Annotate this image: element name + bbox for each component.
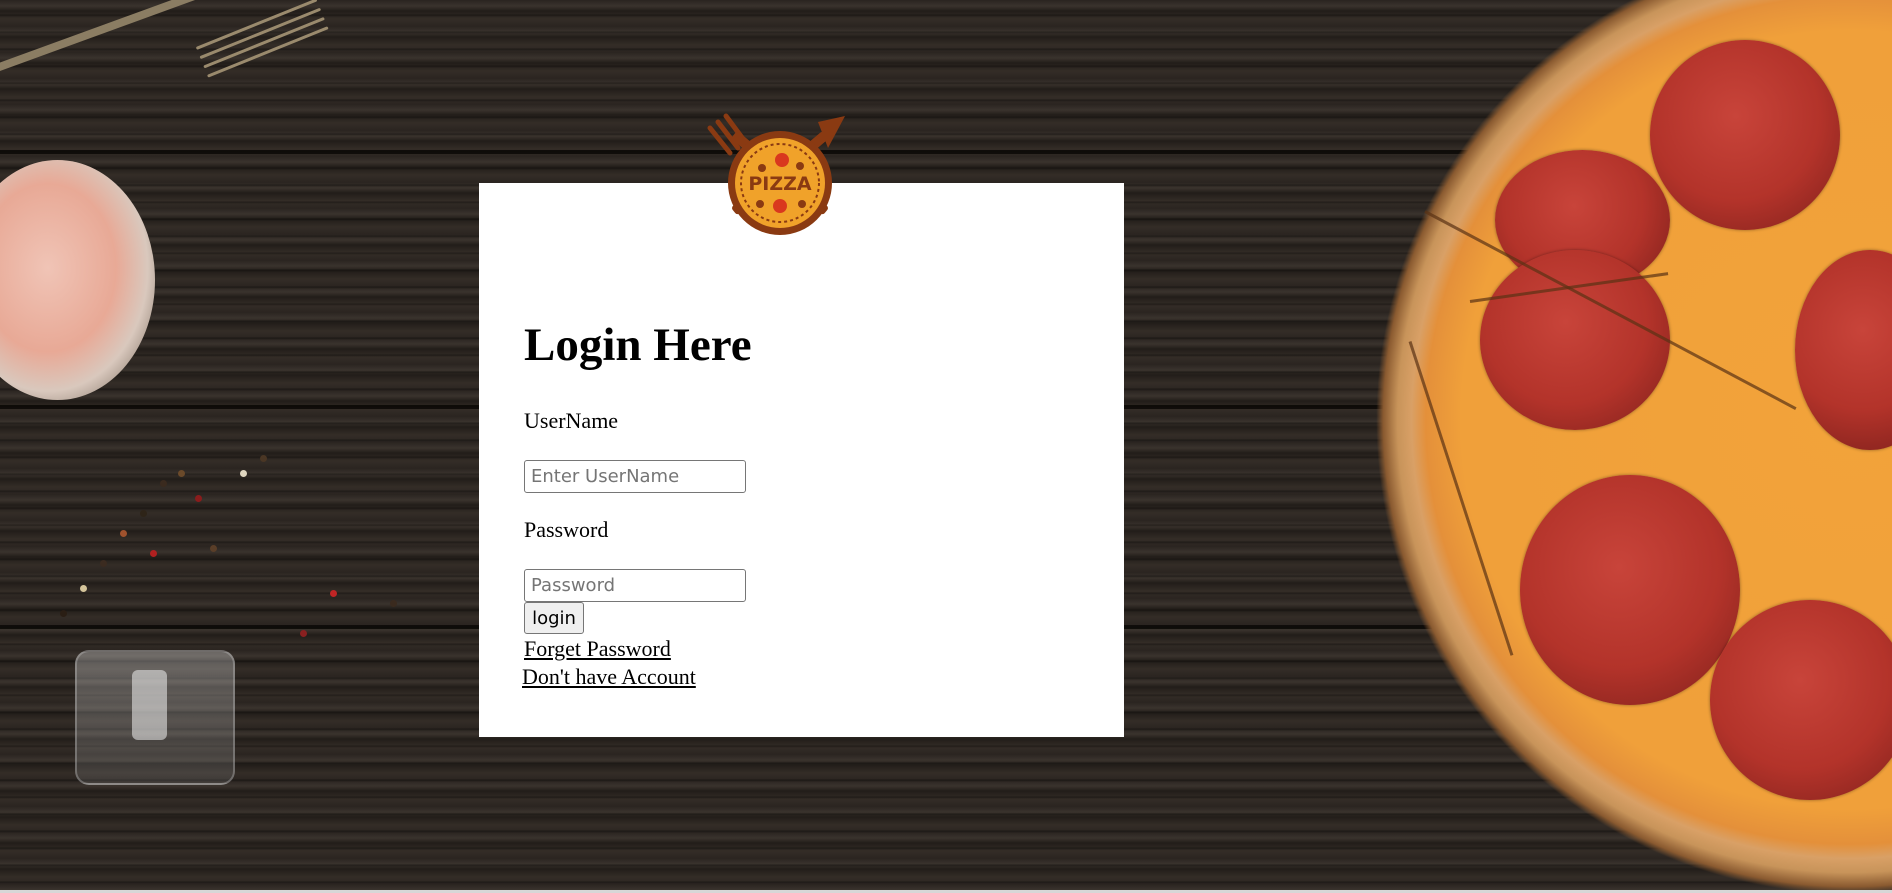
page-title: Login Here bbox=[524, 319, 752, 371]
fork-tines-decoration bbox=[193, 0, 336, 97]
password-input[interactable] bbox=[524, 569, 746, 602]
forget-password-link[interactable]: Forget Password bbox=[524, 636, 671, 662]
salt-bowl-decoration bbox=[0, 160, 155, 400]
spice-jar-decoration bbox=[75, 650, 235, 785]
username-label: UserName bbox=[524, 408, 619, 433]
password-label: Password bbox=[524, 517, 609, 542]
signup-link[interactable]: Don't have Account bbox=[522, 664, 696, 690]
pizza-logo-icon: PIZZA bbox=[707, 113, 845, 235]
username-input[interactable] bbox=[524, 460, 746, 493]
logo-text: PIZZA bbox=[748, 173, 812, 195]
login-button[interactable]: login bbox=[524, 602, 584, 634]
pizza-decoration bbox=[1350, 0, 1892, 890]
